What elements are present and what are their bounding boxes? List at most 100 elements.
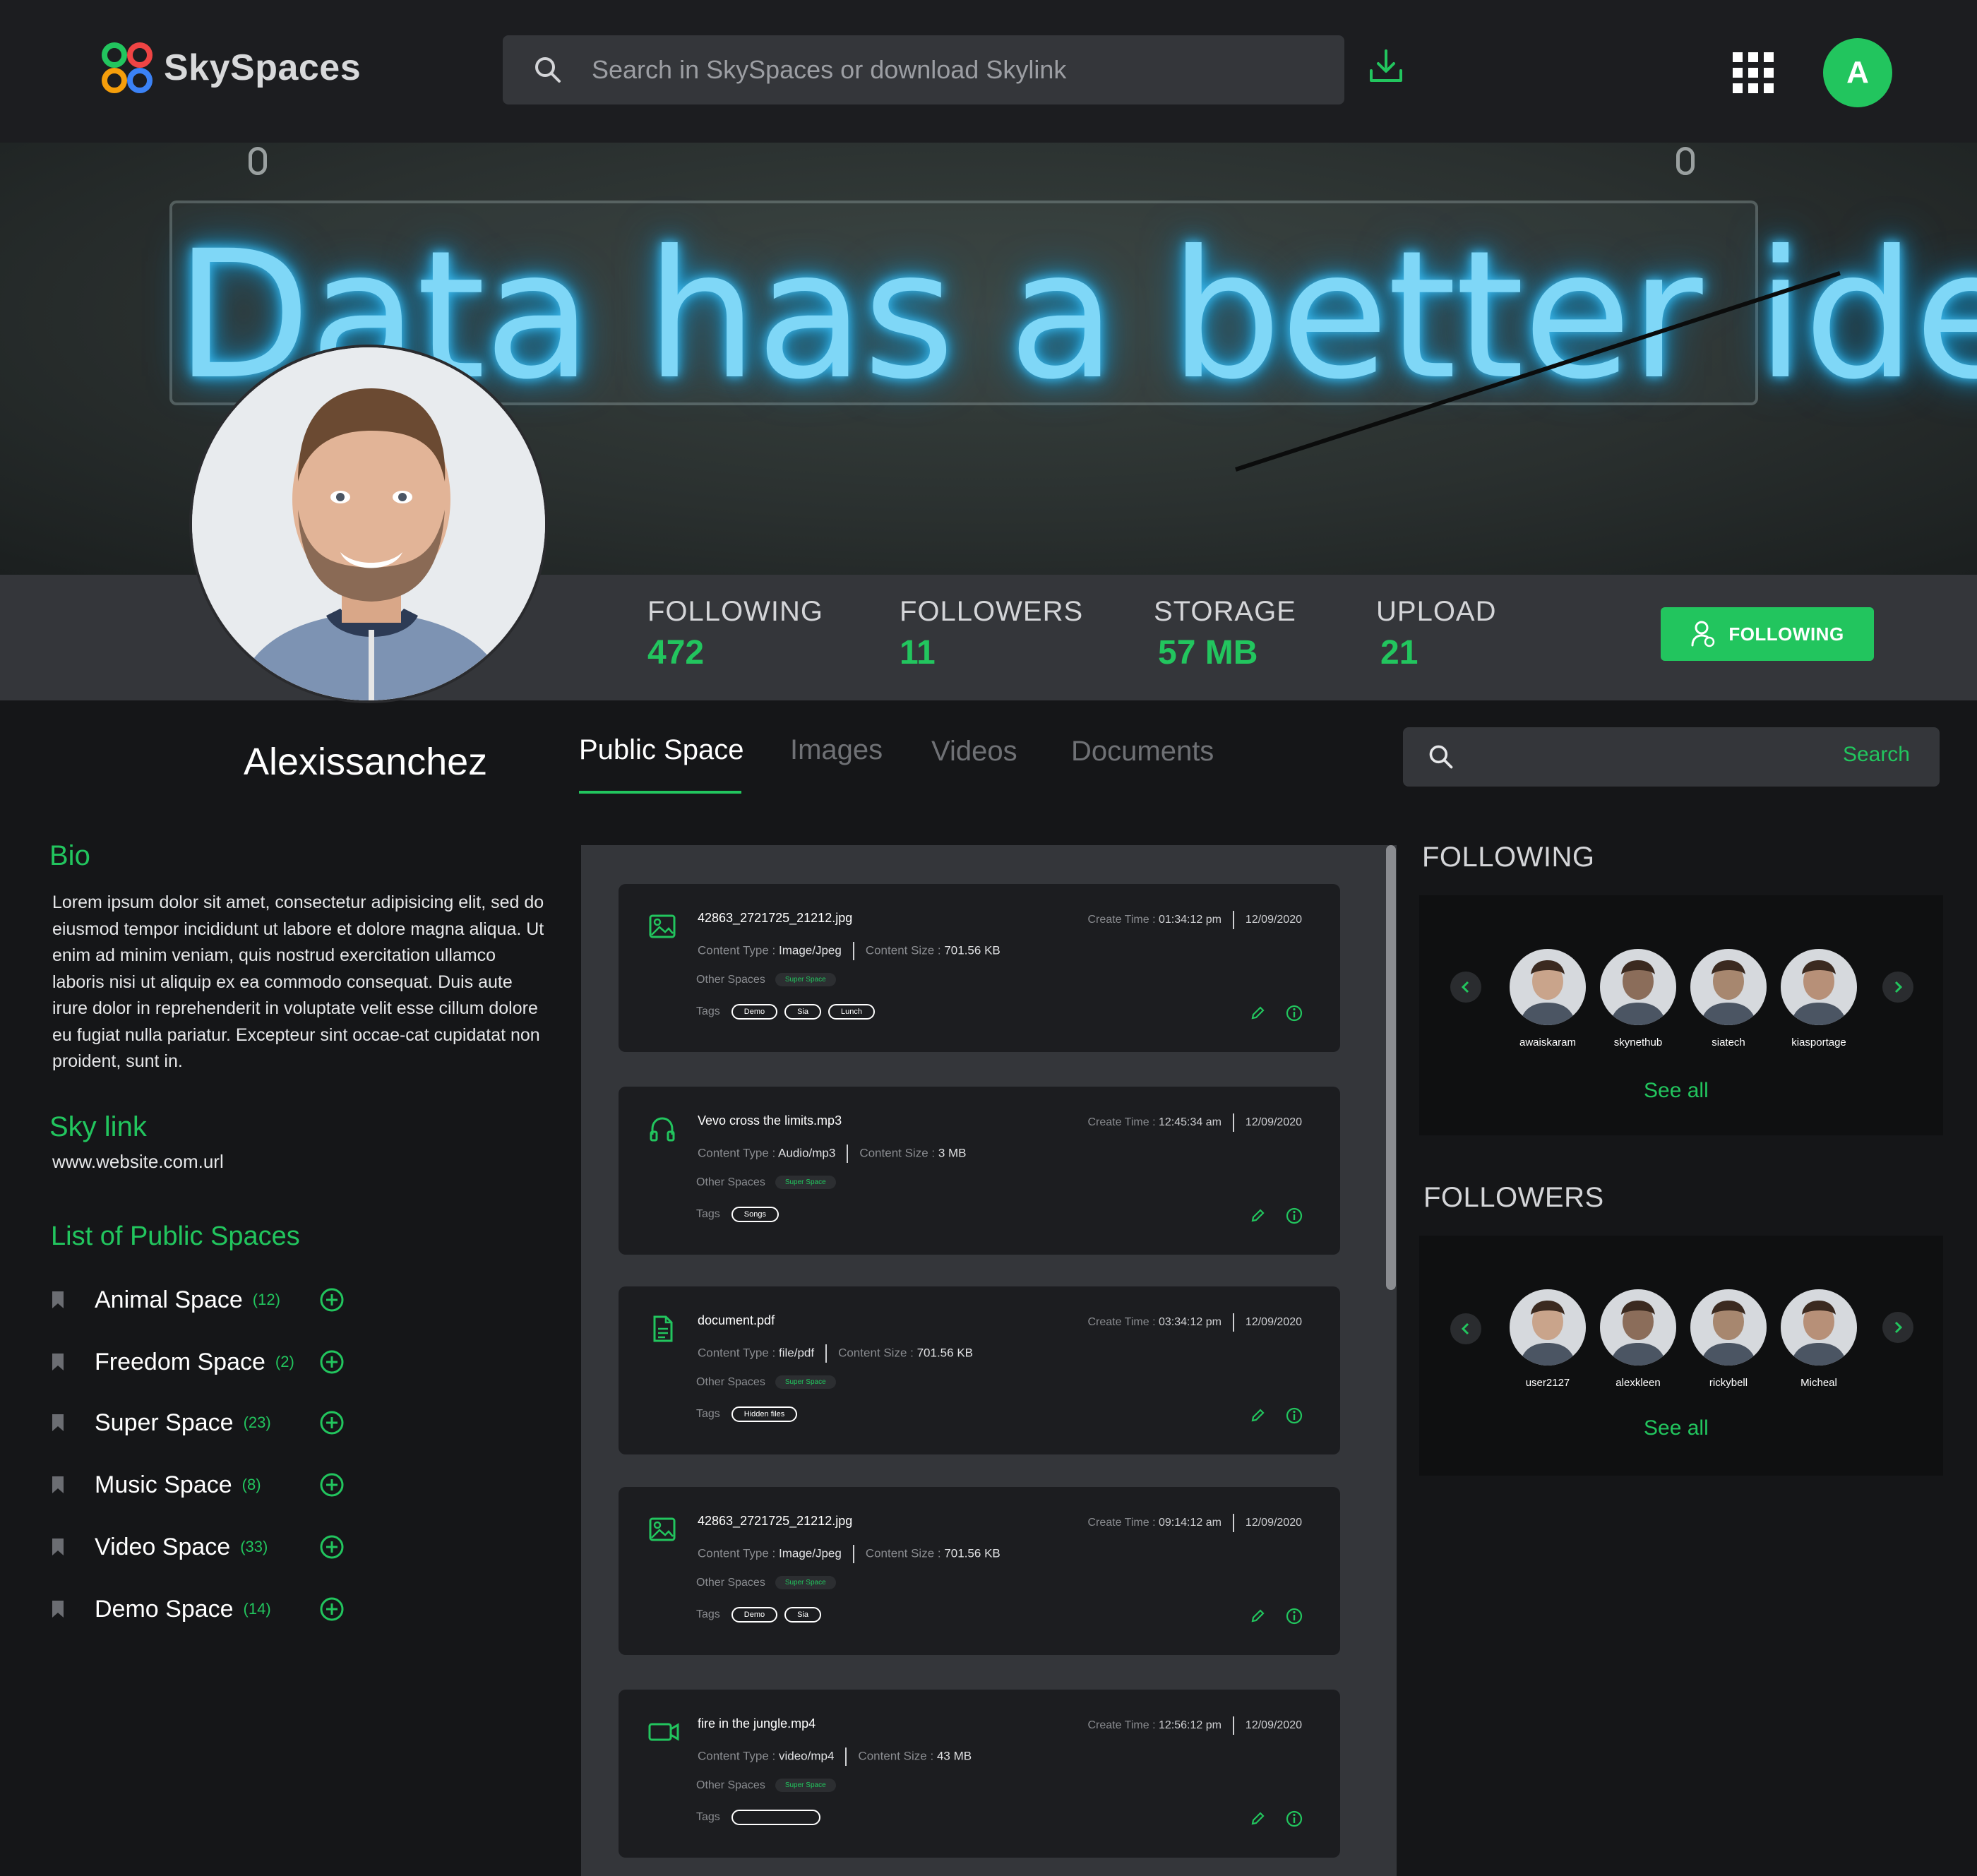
divider [1232, 1716, 1234, 1735]
content-size-label: Content Size : [859, 1146, 938, 1160]
divider [1232, 1113, 1234, 1132]
tag-pill[interactable]: Lunch [828, 1004, 876, 1020]
skylink-url[interactable]: www.website.com.url [52, 1151, 224, 1173]
app-logo[interactable]: SkySpaces [100, 41, 361, 95]
info-button[interactable] [1285, 1810, 1303, 1832]
person-card[interactable]: user2127 [1502, 1289, 1594, 1389]
edit-button[interactable] [1250, 1811, 1265, 1830]
user-avatar[interactable]: A [1823, 38, 1892, 107]
public-space-item[interactable]: Super Space (23) [51, 1405, 271, 1440]
info-button[interactable] [1285, 1207, 1303, 1229]
add-space-button[interactable] [319, 1349, 345, 1378]
public-space-count: (12) [252, 1291, 280, 1308]
tab-videos[interactable]: Videos [931, 736, 1017, 767]
divider [847, 1145, 849, 1163]
file-name[interactable]: fire in the jungle.mp4 [698, 1716, 816, 1731]
content-size-value: 3 MB [938, 1146, 967, 1160]
public-space-item[interactable]: Video Space (33) [51, 1529, 268, 1565]
person-card[interactable]: rickybell [1683, 1289, 1774, 1389]
following-button[interactable]: FOLLOWING [1661, 607, 1874, 661]
bookmark-icon [52, 1539, 64, 1555]
add-space-button[interactable] [319, 1287, 345, 1316]
chevron-left-icon [1461, 1322, 1469, 1335]
apps-grid-icon[interactable] [1733, 52, 1774, 93]
add-space-button[interactable] [319, 1596, 345, 1625]
stat-followers[interactable]: FOLLOWERS 11 [900, 596, 1083, 672]
content-search-input[interactable]: Search [1403, 727, 1940, 787]
info-button[interactable] [1285, 1607, 1303, 1629]
person-name: awaiskaram [1519, 1036, 1577, 1048]
followers-see-all-link[interactable]: See all [1644, 1416, 1709, 1440]
info-button[interactable] [1285, 1004, 1303, 1026]
prev-arrow[interactable] [1450, 1313, 1481, 1344]
global-search-input[interactable]: Search in SkySpaces or download Skylink [503, 35, 1344, 104]
search-placeholder: Search in SkySpaces or download Skylink [592, 55, 1067, 84]
next-arrow[interactable] [1882, 1312, 1913, 1343]
tab-images[interactable]: Images [790, 734, 883, 766]
following-panel-title: FOLLOWING [1422, 842, 1595, 873]
edit-button[interactable] [1250, 1608, 1265, 1627]
content-size-label: Content Size : [865, 943, 945, 957]
following-panel: awaiskaram skynethub siatech kiasportage Se… [1419, 895, 1943, 1135]
tab-documents[interactable]: Documents [1071, 736, 1214, 767]
prev-arrow[interactable] [1450, 972, 1481, 1003]
file-card[interactable]: fire in the jungle.mp4 Create Time : 12:5… [619, 1690, 1340, 1858]
public-space-item[interactable]: Music Space (8) [51, 1467, 261, 1502]
content-size-value: 701.56 KB [944, 943, 1001, 957]
space-pill[interactable]: Super Space [775, 1375, 836, 1389]
file-card[interactable]: Vevo cross the limits.mp3 Create Time : 1… [619, 1087, 1340, 1255]
file-card[interactable]: 42863_2721725_21212.jpg Create Time : 01:… [619, 884, 1340, 1052]
person-card[interactable]: awaiskaram [1502, 949, 1594, 1048]
tag-pill[interactable]: Demo [731, 1004, 778, 1020]
person-card[interactable]: Micheal [1773, 1289, 1865, 1389]
edit-button[interactable] [1250, 1408, 1265, 1427]
file-card[interactable]: 42863_2721725_21212.jpg Create Time : 09:… [619, 1487, 1340, 1655]
person-card[interactable]: alexkleen [1592, 1289, 1684, 1389]
file-name[interactable]: 42863_2721725_21212.jpg [698, 1514, 852, 1529]
tab-public-space[interactable]: Public Space [579, 734, 743, 766]
space-pill[interactable]: Super Space [775, 1576, 836, 1589]
person-card[interactable]: kiasportage [1773, 949, 1865, 1048]
next-arrow[interactable] [1882, 972, 1913, 1003]
tag-pill[interactable]: Hidden files [731, 1406, 798, 1422]
file-name[interactable]: 42863_2721725_21212.jpg [698, 911, 852, 926]
feed-scrollbar[interactable] [1386, 845, 1396, 1290]
person-name: alexkleen [1615, 1377, 1661, 1389]
space-pill[interactable]: Super Space [775, 1779, 836, 1792]
person-card[interactable]: skynethub [1592, 949, 1684, 1048]
bio-text: Lorem ipsum dolor sit amet, consectetur … [52, 892, 544, 1071]
tag-pill[interactable]: Sia [784, 1607, 822, 1623]
other-spaces-label: Other Spaces [696, 1176, 765, 1188]
space-pill[interactable]: Super Space [775, 1176, 836, 1189]
public-space-item[interactable]: Animal Space (12) [51, 1282, 280, 1318]
hook-decoration [1676, 147, 1695, 175]
tag-pill[interactable]: Demo [731, 1607, 778, 1623]
add-space-button[interactable] [319, 1410, 345, 1439]
create-time-label: Create Time : [1087, 1517, 1159, 1529]
content-size-label: Content Size : [838, 1346, 917, 1360]
public-space-item[interactable]: Demo Space (14) [51, 1591, 271, 1627]
create-time-label: Create Time : [1087, 1719, 1159, 1732]
stat-label: STORAGE [1154, 596, 1296, 627]
add-space-button[interactable] [319, 1472, 345, 1501]
file-card[interactable]: document.pdf Create Time : 03:34:12 pm 12/… [619, 1286, 1340, 1454]
file-name[interactable]: Vevo cross the limits.mp3 [698, 1113, 842, 1128]
tag-pill[interactable] [731, 1810, 820, 1825]
following-see-all-link[interactable]: See all [1644, 1079, 1709, 1103]
tag-pill[interactable]: Sia [784, 1004, 822, 1020]
stat-following[interactable]: FOLLOWING 472 [647, 596, 823, 672]
person-card[interactable]: siatech [1683, 949, 1774, 1048]
file-name[interactable]: document.pdf [698, 1313, 775, 1328]
edit-button[interactable] [1250, 1208, 1265, 1227]
person-name: rickybell [1709, 1377, 1748, 1389]
download-icon[interactable] [1367, 47, 1405, 86]
person-name: kiasportage [1791, 1036, 1846, 1048]
space-pill[interactable]: Super Space [775, 973, 836, 986]
add-space-button[interactable] [319, 1534, 345, 1563]
profile-avatar[interactable] [189, 345, 548, 703]
public-space-item[interactable]: Freedom Space (2) [51, 1344, 294, 1380]
content-search-button[interactable]: Search [1843, 743, 1910, 767]
edit-button[interactable] [1250, 1005, 1265, 1024]
tag-pill[interactable]: Songs [731, 1207, 779, 1222]
info-button[interactable] [1285, 1406, 1303, 1428]
